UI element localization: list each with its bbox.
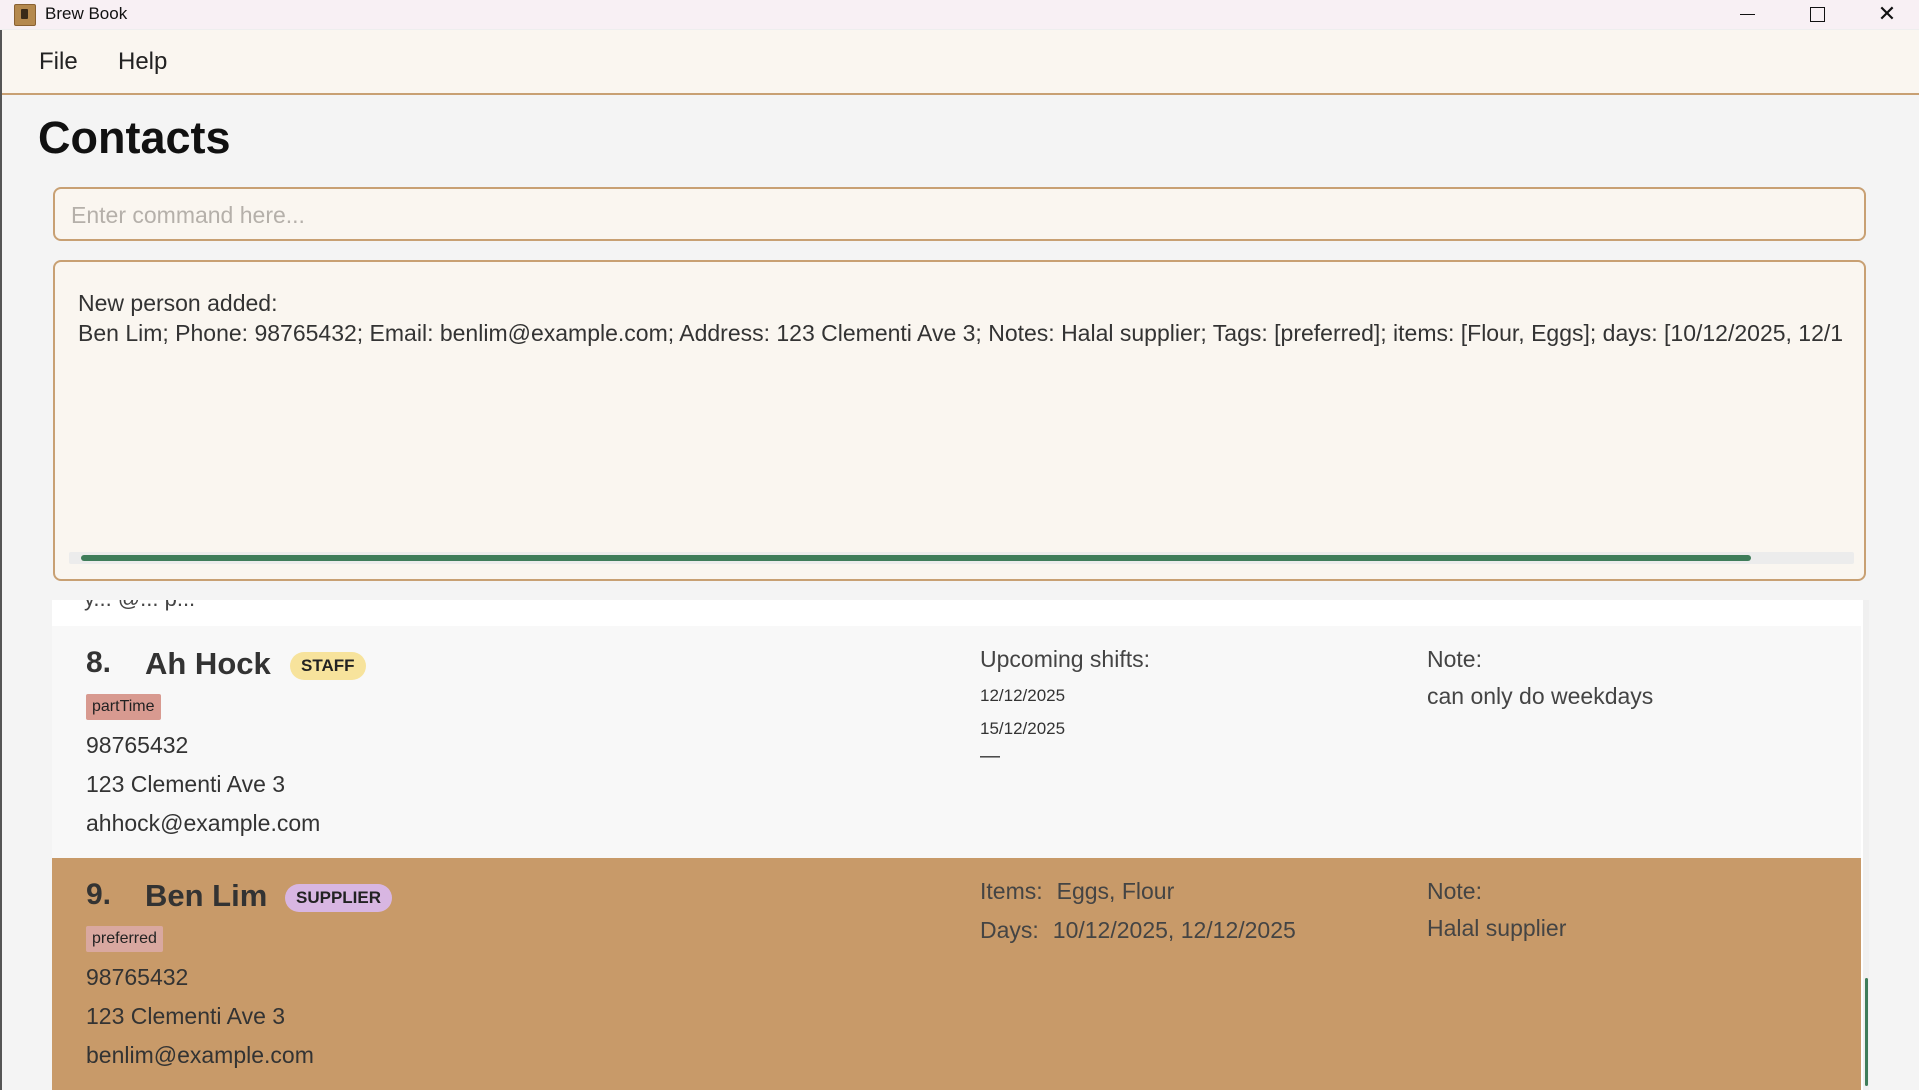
contact-card[interactable]: 8. Ah Hock STAFF partTime 98765432 123 C… bbox=[52, 626, 1861, 858]
contact-email: benlim@example.com bbox=[86, 1042, 314, 1068]
shift-more: — bbox=[980, 745, 1000, 767]
command-box bbox=[53, 187, 1866, 241]
clipped-previous-card-text: y... @... p... bbox=[84, 600, 195, 612]
contact-index: 9. bbox=[86, 878, 112, 911]
close-icon: ✕ bbox=[1877, 2, 1897, 27]
title-bar: Brew Book ✕ bbox=[0, 0, 1919, 30]
horizontal-scrollbar[interactable] bbox=[69, 552, 1854, 564]
items-row: Items: Eggs, Flour bbox=[980, 878, 1400, 917]
command-input[interactable] bbox=[69, 199, 1853, 231]
contact-phone: 98765432 bbox=[86, 732, 189, 758]
page-title: Contacts bbox=[38, 112, 231, 163]
role-badge: SUPPLIER bbox=[285, 884, 393, 912]
contact-list[interactable]: y... @... p... 8. Ah Hock STAFF partTime… bbox=[52, 600, 1866, 1090]
items-value: Eggs, Flour bbox=[1056, 878, 1175, 904]
supplier-details: Items: Eggs, Flour Days: 10/12/2025, 12/12… bbox=[980, 878, 1400, 956]
contact-name: Ben Lim bbox=[145, 878, 268, 913]
menu-bar: File Help bbox=[0, 30, 1919, 95]
result-display[interactable]: New person added: Ben Lim; Phone: 987654… bbox=[53, 260, 1866, 581]
contact-address: 123 Clementi Ave 3 bbox=[86, 771, 286, 797]
app-icon bbox=[14, 4, 36, 26]
tag-label: preferred bbox=[86, 926, 163, 952]
menu-file[interactable]: File bbox=[39, 48, 78, 76]
maximize-icon bbox=[1809, 7, 1825, 22]
note-section: Note: Halal supplier bbox=[1427, 878, 1847, 942]
window-left-border bbox=[0, 93, 2, 1090]
contact-name: Ah Hock bbox=[145, 646, 271, 681]
result-text: New person added: Ben Lim; Phone: 987654… bbox=[78, 288, 1848, 348]
days-label: Days: bbox=[980, 917, 1039, 943]
vertical-scroll-thumb[interactable] bbox=[1865, 978, 1868, 1086]
shifts-heading: Upcoming shifts: bbox=[980, 646, 1151, 672]
tag-label: partTime bbox=[86, 694, 161, 720]
menu-help[interactable]: Help bbox=[118, 48, 167, 76]
contact-email: ahhock@example.com bbox=[86, 810, 321, 836]
note-section: Note: can only do weekdays bbox=[1427, 646, 1847, 710]
contact-phone: 98765432 bbox=[86, 964, 189, 990]
days-value: 10/12/2025, 12/12/2025 bbox=[1052, 917, 1296, 943]
shift-date: 12/12/2025 bbox=[980, 686, 1066, 705]
shifts-section: Upcoming shifts: 12/12/2025 15/12/2025 — bbox=[980, 646, 1400, 768]
shift-date: 15/12/2025 bbox=[980, 719, 1066, 738]
window-title: Brew Book bbox=[45, 4, 128, 23]
note-text: can only do weekdays bbox=[1427, 683, 1654, 709]
days-row: Days: 10/12/2025, 12/12/2025 bbox=[980, 917, 1400, 956]
maximize-button[interactable] bbox=[1782, 0, 1852, 29]
contact-card-selected[interactable]: 9. Ben Lim SUPPLIER preferred 98765432 1… bbox=[52, 858, 1861, 1090]
role-badge: STAFF bbox=[290, 652, 366, 680]
close-button[interactable]: ✕ bbox=[1852, 0, 1919, 29]
note-heading: Note: bbox=[1427, 878, 1482, 904]
note-text: Halal supplier bbox=[1427, 915, 1567, 941]
app-window: Brew Book ✕ File Help Contacts New perso… bbox=[0, 0, 1919, 1090]
minimize-button[interactable] bbox=[1712, 0, 1782, 29]
result-line: Ben Lim; Phone: 98765432; Email: benlim@… bbox=[78, 320, 1844, 346]
contact-index: 8. bbox=[86, 646, 112, 679]
items-label: Items: bbox=[980, 878, 1043, 904]
minimize-icon bbox=[1739, 13, 1755, 16]
note-heading: Note: bbox=[1427, 646, 1482, 672]
contact-address: 123 Clementi Ave 3 bbox=[86, 1003, 286, 1029]
horizontal-scroll-thumb[interactable] bbox=[81, 555, 1751, 561]
result-line: New person added: bbox=[78, 290, 278, 316]
